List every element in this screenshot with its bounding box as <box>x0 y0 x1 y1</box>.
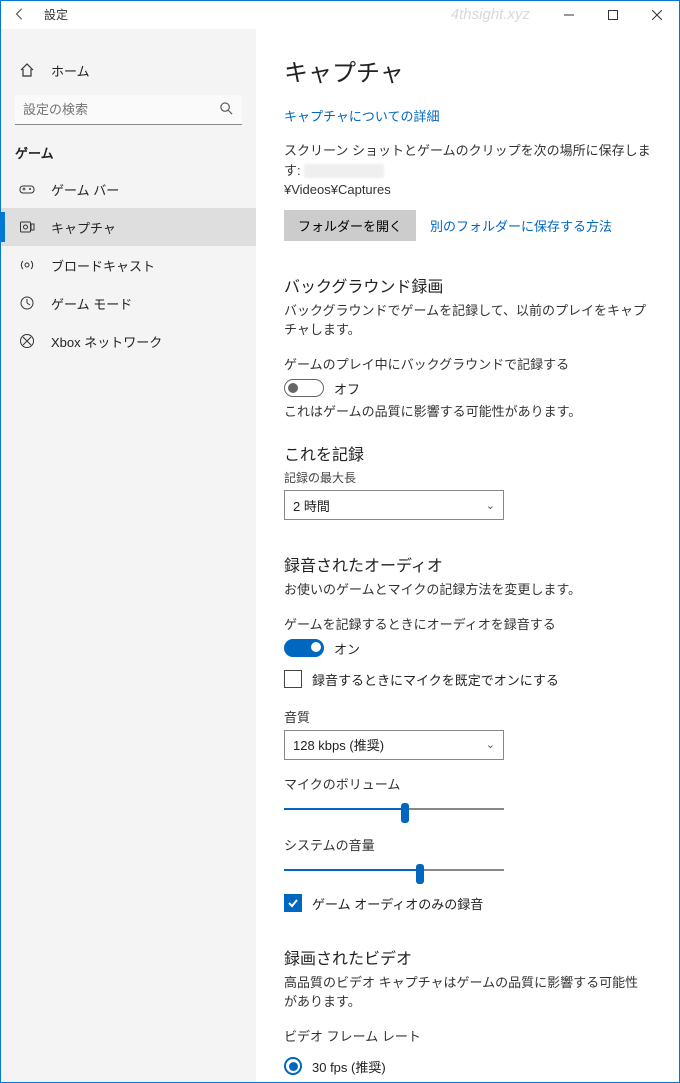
audio-quality-label: 音質 <box>284 707 651 726</box>
framerate-label: ビデオ フレーム レート <box>284 1026 651 1045</box>
bg-toggle-label: ゲームのプレイ中にバックグラウンドで記録する <box>284 354 651 373</box>
close-button[interactable] <box>635 1 679 29</box>
record-this-heading: これを記録 <box>284 441 651 465</box>
fps-30-radio[interactable] <box>284 1057 302 1075</box>
sidebar-item-capture[interactable]: キャプチャ <box>1 208 256 246</box>
audio-quality-value: 128 kbps (推奨) <box>293 735 384 754</box>
sidebar-item-gamebar[interactable]: ゲーム バー <box>1 170 256 208</box>
gamemode-icon <box>19 295 37 311</box>
category-header: ゲーム <box>1 143 256 162</box>
game-audio-only-checkbox[interactable] <box>284 894 302 912</box>
audio-toggle-state: オン <box>334 639 360 658</box>
page-title: キャプチャ <box>284 53 651 88</box>
audio-desc: お使いのゲームとマイクの記録方法を変更します。 <box>284 580 651 600</box>
sidebar-item-xbox[interactable]: Xbox ネットワーク <box>1 322 256 360</box>
sidebar-item-gamemode[interactable]: ゲーム モード <box>1 284 256 322</box>
audio-record-toggle[interactable] <box>284 639 324 657</box>
video-heading: 録画されたビデオ <box>284 945 651 969</box>
search-icon <box>219 101 234 116</box>
video-desc: 高品質のビデオ キャプチャはゲームの品質に影響する可能性があります。 <box>284 973 651 1012</box>
search-input[interactable] <box>15 95 242 125</box>
mic-default-label: 録音するときにマイクを既定でオンにする <box>312 670 559 689</box>
mic-default-checkbox[interactable] <box>284 670 302 688</box>
audio-heading: 録音されたオーディオ <box>284 552 651 576</box>
home-link[interactable]: ホーム <box>1 53 256 87</box>
details-link[interactable]: キャプチャについての詳細 <box>284 106 651 125</box>
chevron-down-icon: ⌄ <box>486 738 495 751</box>
home-label: ホーム <box>51 61 90 80</box>
gamebar-icon <box>19 181 37 197</box>
bg-desc: バックグラウンドでゲームを記録して、以前のプレイをキャプチャします。 <box>284 301 651 340</box>
audio-toggle-label: ゲームを記録するときにオーディオを録音する <box>284 614 651 633</box>
broadcast-icon <box>19 257 37 273</box>
sidebar-item-label: キャプチャ <box>51 218 116 237</box>
max-length-value: 2 時間 <box>293 496 330 515</box>
system-volume-slider[interactable] <box>284 858 504 882</box>
chevron-down-icon: ⌄ <box>486 499 495 512</box>
max-length-label: 記録の最大長 <box>284 469 651 486</box>
content-pane: キャプチャ キャプチャについての詳細 スクリーン ショットとゲームのクリップを次… <box>256 29 679 1082</box>
redacted-user <box>304 164 384 178</box>
back-button[interactable] <box>0 0 40 28</box>
mic-volume-label: マイクのボリューム <box>284 774 651 793</box>
sidebar-item-label: ゲーム バー <box>51 180 119 199</box>
sidebar-item-label: ゲーム モード <box>51 294 132 313</box>
bg-heading: バックグラウンド録画 <box>284 273 651 297</box>
system-volume-label: システムの音量 <box>284 835 651 854</box>
open-folder-button[interactable]: フォルダーを開く <box>284 210 416 241</box>
bg-warning: これはゲームの品質に影響する可能性があります。 <box>284 402 651 422</box>
window-title: 設定 <box>44 6 68 23</box>
audio-quality-select[interactable]: 128 kbps (推奨) ⌄ <box>284 730 504 760</box>
maximize-button[interactable] <box>591 1 635 29</box>
bg-toggle-state: オフ <box>334 379 360 398</box>
sidebar-item-label: ブロードキャスト <box>51 256 155 275</box>
game-audio-only-label: ゲーム オーディオのみの録音 <box>312 894 483 913</box>
other-folder-link[interactable]: 別のフォルダーに保存する方法 <box>430 216 612 235</box>
sidebar-item-label: Xbox ネットワーク <box>51 332 162 351</box>
fps-30-label: 30 fps (推奨) <box>312 1057 386 1076</box>
mic-volume-slider[interactable] <box>284 797 504 821</box>
home-icon <box>19 62 37 78</box>
minimize-button[interactable] <box>547 1 591 29</box>
max-length-select[interactable]: 2 時間 ⌄ <box>284 490 504 520</box>
bg-record-toggle[interactable] <box>284 379 324 397</box>
sidebar-item-broadcast[interactable]: ブロードキャスト <box>1 246 256 284</box>
xbox-icon <box>19 333 37 349</box>
capture-icon <box>19 219 37 235</box>
save-path: ¥Videos¥Captures <box>284 182 391 197</box>
sidebar: ホーム ゲーム ゲーム バー キャプチャ ブロードキャスト ゲーム モード <box>1 29 256 1082</box>
